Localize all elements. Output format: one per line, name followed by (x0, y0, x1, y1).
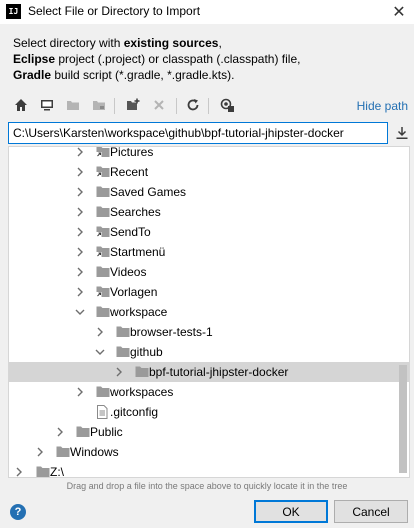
dialog-description: Select directory with existing sources, … (13, 36, 301, 82)
module-folder-icon (90, 96, 108, 114)
tree-row-label: Public (90, 425, 123, 439)
close-button[interactable]: ✕ (384, 0, 414, 24)
tree-row-label: workspaces (110, 385, 174, 399)
tree-row-label: Recent (110, 165, 149, 179)
ok-button[interactable]: OK (254, 500, 328, 523)
file-icon (95, 405, 109, 419)
intellij-app-icon: IJ (6, 4, 21, 19)
delete-icon (150, 96, 168, 114)
chevron-right-icon[interactable] (34, 446, 46, 458)
title-bar: IJ Select File or Directory to Import ✕ (0, 0, 414, 24)
folder-icon (116, 325, 130, 338)
tree-row-label: Searches (110, 205, 161, 219)
tree-row[interactable]: Windows (9, 442, 409, 462)
tree-row[interactable]: Vorlagen (9, 282, 409, 302)
chevron-right-icon[interactable] (74, 386, 86, 398)
home-icon[interactable] (12, 96, 30, 114)
toolbar-separator (114, 98, 115, 114)
vertical-scrollbar[interactable] (399, 365, 407, 473)
folder-shortcut-icon (96, 285, 110, 298)
tree-row-label: workspace (110, 305, 168, 319)
tree-row[interactable]: Startmenü (9, 242, 409, 262)
window-title: Select File or Directory to Import (28, 4, 201, 18)
file-chooser-toolbar: Hide path (10, 96, 408, 116)
folder-icon (36, 465, 50, 477)
chevron-right-icon[interactable] (54, 426, 66, 438)
folder-icon (56, 445, 70, 458)
tree-row-label: bpf-tutorial-jhipster-docker (149, 365, 289, 379)
folder-icon (116, 345, 130, 358)
tree-row-label: Startmenü (110, 245, 166, 259)
chevron-right-icon[interactable] (13, 466, 25, 477)
toolbar-separator (208, 98, 209, 114)
tree-row-label: .gitconfig (110, 405, 159, 419)
folder-icon (96, 185, 110, 198)
tree-row[interactable]: Videos (9, 262, 409, 282)
tree-row-label: Windows (70, 445, 119, 459)
chevron-right-icon[interactable] (74, 286, 86, 298)
help-icon[interactable]: ? (10, 504, 26, 520)
tree-row[interactable]: Recent (9, 162, 409, 182)
tree-row-label: Z:\ (50, 465, 64, 478)
folder-icon (76, 425, 90, 438)
chevron-right-icon[interactable] (74, 147, 86, 158)
chevron-right-icon[interactable] (74, 226, 86, 238)
toolbar-separator (176, 98, 177, 114)
tree-row-label: Videos (110, 265, 147, 279)
tree-row-label: Pictures (110, 146, 154, 159)
folder-icon (135, 365, 149, 378)
show-hidden-icon[interactable] (218, 96, 236, 114)
tree-row-label: Saved Games (110, 185, 187, 199)
chevron-right-icon[interactable] (74, 246, 86, 258)
cancel-button[interactable]: Cancel (334, 500, 408, 523)
folder-shortcut-icon (96, 245, 110, 258)
tree-row[interactable]: workspaces (9, 382, 409, 402)
new-folder-icon[interactable] (124, 96, 142, 114)
path-input[interactable] (8, 122, 388, 144)
chevron-right-icon[interactable] (74, 206, 86, 218)
folder-icon (96, 205, 110, 218)
tree-row[interactable]: .gitconfig (9, 402, 409, 422)
folder-shortcut-icon (96, 225, 110, 238)
tree-row-label: browser-tests-1 (130, 325, 213, 339)
tree-row[interactable]: browser-tests-1 (9, 322, 409, 342)
desktop-icon[interactable] (38, 96, 56, 114)
tree-row[interactable]: Z:\ (9, 462, 409, 478)
chevron-down-icon[interactable] (74, 306, 86, 318)
folder-shortcut-icon (96, 147, 110, 158)
path-row (8, 122, 410, 144)
tree-row[interactable]: Searches (9, 202, 409, 222)
chevron-right-icon[interactable] (74, 166, 86, 178)
tree-row[interactable]: github (9, 342, 409, 362)
file-tree[interactable]: Pictures Recent Saved Games Searches SendTo S… (8, 146, 410, 478)
folder-icon (96, 265, 110, 278)
download-icon[interactable] (394, 125, 410, 141)
tree-row[interactable]: bpf-tutorial-jhipster-docker (9, 362, 409, 382)
folder-shortcut-icon (96, 165, 110, 178)
tree-row[interactable]: Saved Games (9, 182, 409, 202)
tree-row[interactable]: Pictures (9, 146, 409, 162)
tree-row[interactable]: Public (9, 422, 409, 442)
folder-icon (96, 385, 110, 398)
tree-row[interactable]: SendTo (9, 222, 409, 242)
chevron-down-icon[interactable] (94, 346, 106, 358)
chevron-right-icon[interactable] (94, 326, 106, 338)
chevron-right-icon[interactable] (74, 266, 86, 278)
hide-path-link[interactable]: Hide path (357, 99, 408, 113)
chevron-right-icon[interactable] (113, 366, 125, 378)
tree-row[interactable]: workspace (9, 302, 409, 322)
chevron-right-icon[interactable] (74, 186, 86, 198)
tree-row-label: SendTo (110, 225, 151, 239)
refresh-icon[interactable] (184, 96, 202, 114)
tree-row-label: github (130, 345, 163, 359)
drag-drop-hint: Drag and drop a file into the space abov… (66, 481, 348, 491)
folder-icon (96, 305, 110, 318)
project-folder-icon (64, 96, 82, 114)
tree-row-label: Vorlagen (110, 285, 158, 299)
